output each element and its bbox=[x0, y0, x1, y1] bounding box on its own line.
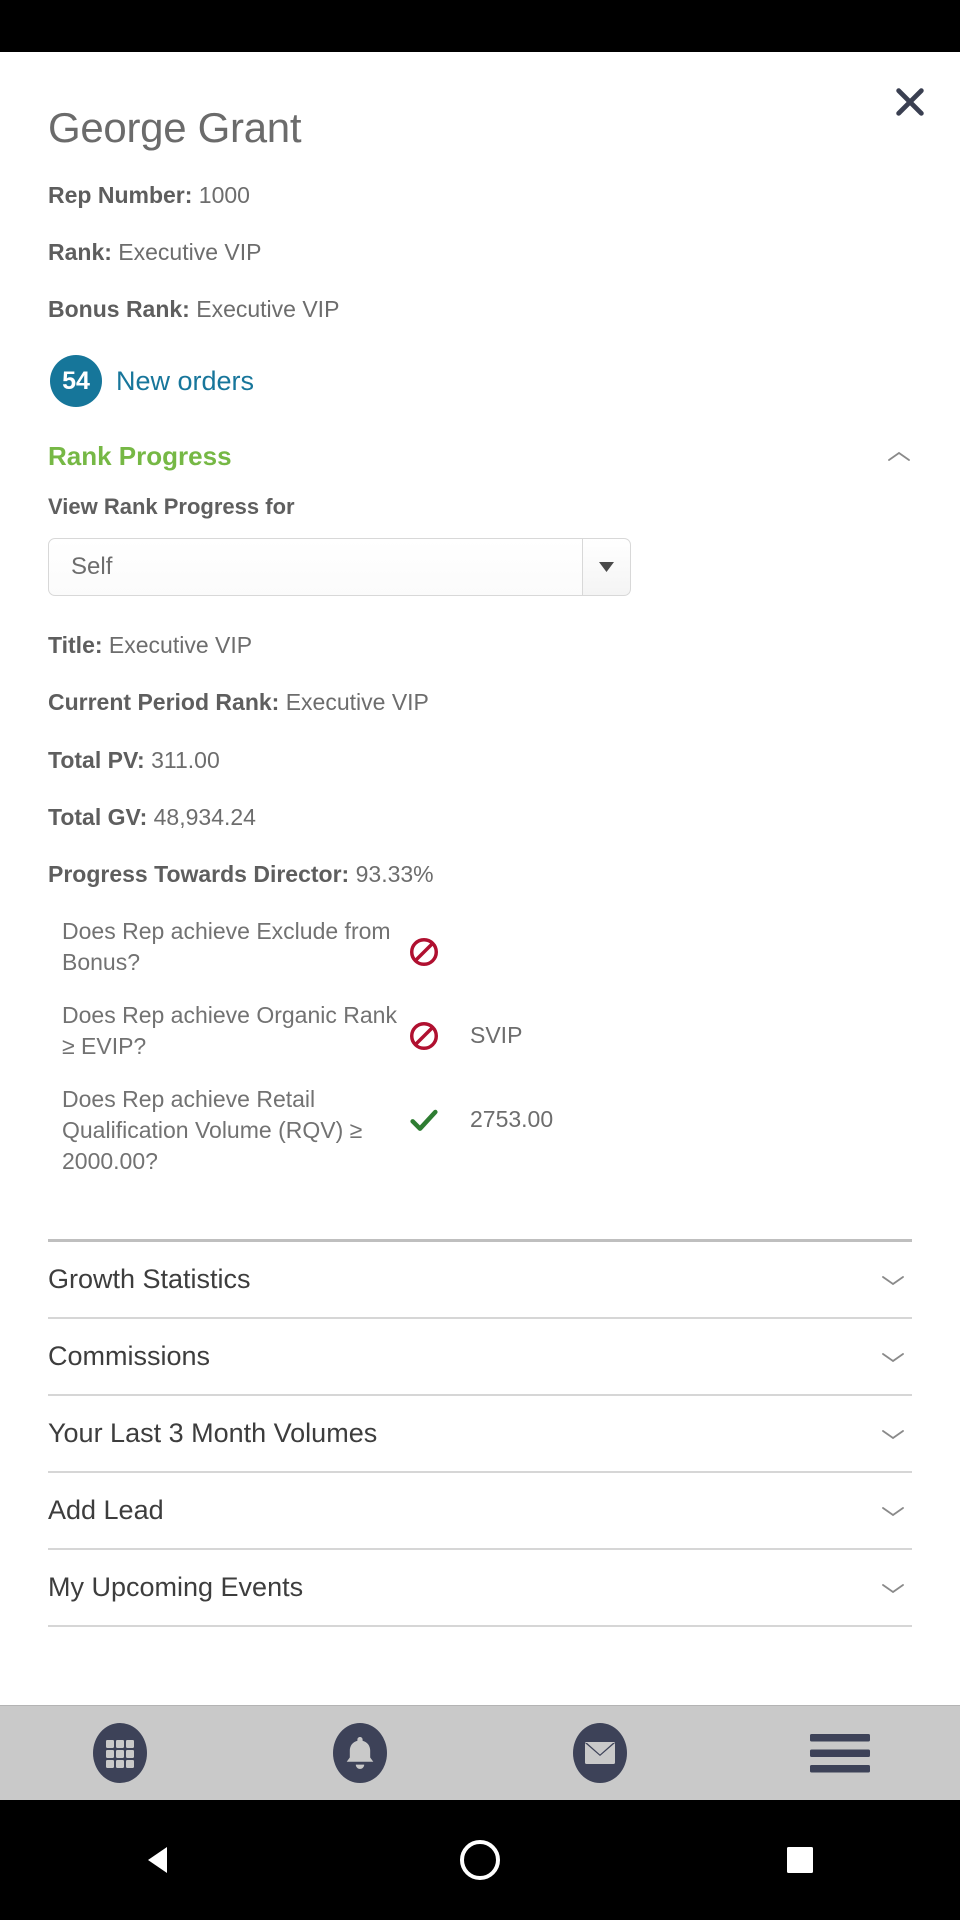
chevron-down-icon[interactable] bbox=[880, 1503, 906, 1519]
accordion-label: Commissions bbox=[48, 1341, 210, 1372]
accordion-label: My Upcoming Events bbox=[48, 1572, 303, 1603]
select-value[interactable]: Self bbox=[48, 538, 583, 596]
detail-title-value: Executive VIP bbox=[109, 632, 252, 658]
bottom-navigation-bar bbox=[0, 1705, 960, 1800]
chevron-down-icon[interactable] bbox=[880, 1580, 906, 1596]
chevron-up-icon[interactable] bbox=[886, 449, 912, 465]
accordion-item-commissions[interactable]: Commissions bbox=[48, 1319, 912, 1396]
accordion-item-add-lead[interactable]: Add Lead bbox=[48, 1473, 912, 1550]
bonus-rank-row: Bonus Rank: Executive VIP bbox=[48, 294, 912, 325]
rank-progress-select[interactable]: Self bbox=[48, 538, 631, 596]
apps-grid-icon[interactable] bbox=[0, 1722, 240, 1784]
criteria-value: SVIP bbox=[470, 1000, 522, 1049]
detail-current-period-rank-row: Current Period Rank: Executive VIP bbox=[48, 687, 912, 718]
new-orders-badge: 54 bbox=[50, 355, 102, 407]
android-navigation-bar bbox=[0, 1800, 960, 1920]
detail-total-gv-value: 48,934.24 bbox=[154, 804, 256, 830]
chevron-down-icon[interactable] bbox=[880, 1426, 906, 1442]
detail-total-gv-row: Total GV: 48,934.24 bbox=[48, 802, 912, 833]
page-title: George Grant bbox=[48, 104, 912, 152]
new-orders-row[interactable]: 54 New orders bbox=[50, 355, 912, 407]
accordion-label: Add Lead bbox=[48, 1495, 164, 1526]
detail-title-label: Title: bbox=[48, 632, 103, 658]
select-field-label: View Rank Progress for bbox=[48, 494, 912, 520]
rep-number-row: Rep Number: 1000 bbox=[48, 180, 912, 211]
bonus-rank-value: Executive VIP bbox=[196, 296, 339, 322]
prohibited-icon bbox=[408, 1000, 470, 1052]
back-triangle-icon[interactable] bbox=[0, 1843, 320, 1877]
detail-progress-director-value: 93.33% bbox=[356, 861, 434, 887]
rank-progress-title: Rank Progress bbox=[48, 441, 232, 472]
envelope-mail-icon[interactable] bbox=[480, 1722, 720, 1784]
detail-current-period-rank-value: Executive VIP bbox=[286, 689, 429, 715]
criteria-value: 2753.00 bbox=[470, 1084, 553, 1133]
caret-down-icon[interactable] bbox=[583, 538, 631, 596]
criteria-row: Does Rep achieve Retail Qualification Vo… bbox=[48, 1084, 912, 1177]
rank-label: Rank: bbox=[48, 239, 112, 265]
chevron-down-icon[interactable] bbox=[880, 1272, 906, 1288]
detail-progress-director-label: Progress Towards Director: bbox=[48, 861, 349, 887]
recents-square-icon[interactable] bbox=[640, 1844, 960, 1876]
rank-value: Executive VIP bbox=[118, 239, 261, 265]
criteria-list: Does Rep achieve Exclude from Bonus? Doe… bbox=[48, 916, 912, 1177]
accordion-label: Growth Statistics bbox=[48, 1264, 251, 1295]
detail-title-row: Title: Executive VIP bbox=[48, 630, 912, 661]
detail-current-period-rank-label: Current Period Rank: bbox=[48, 689, 279, 715]
detail-progress-director-row: Progress Towards Director: 93.33% bbox=[48, 859, 912, 890]
bonus-rank-label: Bonus Rank: bbox=[48, 296, 190, 322]
accordion-item-last-3-month-volumes[interactable]: Your Last 3 Month Volumes bbox=[48, 1396, 912, 1473]
app-viewport: George Grant Rep Number: 1000 Rank: Exec… bbox=[0, 52, 960, 1705]
accordion-label: Your Last 3 Month Volumes bbox=[48, 1418, 377, 1449]
rank-progress-section-header[interactable]: Rank Progress bbox=[48, 441, 912, 472]
status-bar bbox=[0, 0, 960, 52]
rep-number-label: Rep Number: bbox=[48, 182, 192, 208]
profile-panel: George Grant Rep Number: 1000 Rank: Exec… bbox=[0, 52, 960, 1627]
hamburger-menu-icon[interactable] bbox=[720, 1729, 960, 1777]
device-screen: George Grant Rep Number: 1000 Rank: Exec… bbox=[0, 0, 960, 1920]
prohibited-icon bbox=[408, 916, 470, 968]
new-orders-link[interactable]: New orders bbox=[116, 366, 254, 397]
detail-total-pv-value: 311.00 bbox=[151, 747, 220, 773]
check-icon bbox=[408, 1084, 470, 1136]
criteria-question: Does Rep achieve Organic Rank ≥ EVIP? bbox=[48, 1000, 408, 1062]
criteria-question: Does Rep achieve Retail Qualification Vo… bbox=[48, 1084, 408, 1177]
criteria-question: Does Rep achieve Exclude from Bonus? bbox=[48, 916, 408, 978]
bell-notification-icon[interactable] bbox=[240, 1722, 480, 1784]
close-icon[interactable] bbox=[888, 80, 932, 124]
rank-row: Rank: Executive VIP bbox=[48, 237, 912, 268]
criteria-row: Does Rep achieve Organic Rank ≥ EVIP? SV… bbox=[48, 1000, 912, 1062]
chevron-down-icon[interactable] bbox=[880, 1349, 906, 1365]
accordion-item-growth-statistics[interactable]: Growth Statistics bbox=[48, 1242, 912, 1319]
detail-total-pv-label: Total PV: bbox=[48, 747, 145, 773]
criteria-row: Does Rep achieve Exclude from Bonus? bbox=[48, 916, 912, 978]
detail-total-gv-label: Total GV: bbox=[48, 804, 147, 830]
home-circle-icon[interactable] bbox=[320, 1838, 640, 1882]
detail-total-pv-row: Total PV: 311.00 bbox=[48, 745, 912, 776]
accordion-item-my-upcoming-events[interactable]: My Upcoming Events bbox=[48, 1550, 912, 1627]
rep-number-value: 1000 bbox=[199, 182, 250, 208]
